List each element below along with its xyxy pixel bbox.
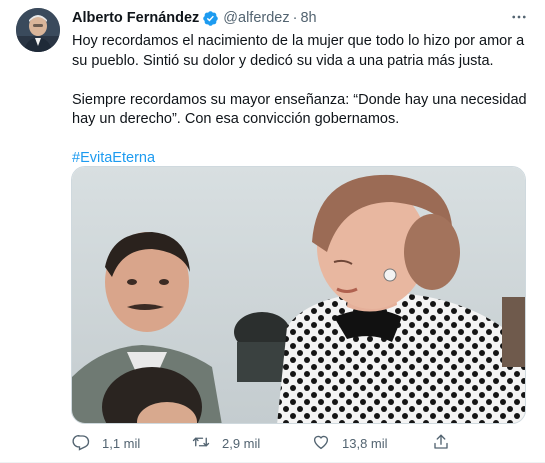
retweet-icon bbox=[192, 433, 210, 454]
avatar[interactable] bbox=[16, 8, 60, 52]
avatar-image bbox=[16, 8, 60, 52]
author-name[interactable]: Alberto Fernández bbox=[72, 10, 199, 26]
verified-badge-icon bbox=[202, 10, 219, 27]
like-button[interactable]: 13,8 mil bbox=[312, 433, 432, 454]
tweet-text-paragraph-1: Hoy recordamos el nacimiento de la mujer… bbox=[72, 33, 525, 69]
more-icon[interactable] bbox=[507, 6, 531, 28]
retweet-button[interactable]: 2,9 mil bbox=[192, 433, 312, 454]
tweet-photo[interactable] bbox=[71, 166, 526, 424]
retweet-count: 2,9 mil bbox=[222, 435, 261, 451]
tweet-actions: 1,1 mil 2,9 mil 13,8 mil bbox=[72, 431, 512, 455]
like-icon bbox=[312, 433, 330, 454]
separator-dot: · bbox=[292, 10, 298, 26]
tweet[interactable]: Alberto Fernández @alferdez · 8h Hoy rec… bbox=[0, 0, 545, 463]
tweet-time[interactable]: 8h bbox=[300, 10, 316, 26]
share-icon bbox=[432, 433, 450, 454]
reply-count: 1,1 mil bbox=[102, 435, 141, 451]
reply-button[interactable]: 1,1 mil bbox=[72, 433, 192, 454]
photo-image bbox=[72, 167, 525, 423]
author-handle[interactable]: @alferdez bbox=[223, 10, 289, 26]
tweet-header: Alberto Fernández @alferdez · 8h bbox=[72, 9, 317, 27]
hashtag-link[interactable]: #EvitaEterna bbox=[72, 150, 155, 166]
share-button[interactable] bbox=[432, 433, 450, 454]
like-count: 13,8 mil bbox=[342, 435, 388, 451]
tweet-text-paragraph-2: Siempre recordamos su mayor enseñanza: “… bbox=[72, 91, 527, 128]
tweet-text: Hoy recordamos el nacimiento de la mujer… bbox=[72, 32, 532, 169]
reply-icon bbox=[72, 433, 90, 454]
